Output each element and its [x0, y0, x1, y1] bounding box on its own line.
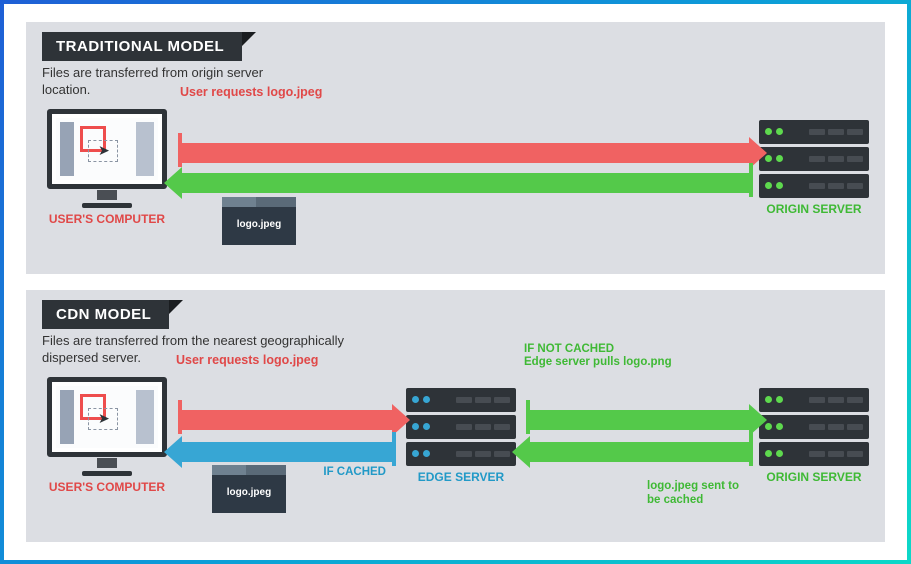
- file-icon: logo.jpeg: [212, 465, 286, 513]
- traditional-panel: TRADITIONAL MODEL Files are transferred …: [26, 22, 885, 274]
- server-unit-icon: [759, 415, 869, 439]
- request-arrow-icon: [178, 143, 753, 163]
- request-arrow-icon: [178, 410, 396, 430]
- arrow-tail: [749, 432, 753, 466]
- panel-title: CDN MODEL: [42, 300, 169, 329]
- not-cached-heading: IF NOT CACHED: [524, 343, 672, 356]
- edge-origin-pull-arrow: [526, 407, 753, 433]
- panel-header: TRADITIONAL MODEL: [42, 32, 242, 61]
- panel-header: CDN MODEL: [42, 300, 169, 329]
- file-icon: logo.jpeg: [222, 197, 296, 245]
- user-computer-label: USER'S COMPUTER: [42, 480, 172, 494]
- file-name-label: logo.jpeg: [212, 475, 286, 498]
- user-computer-label: USER'S COMPUTER: [42, 212, 172, 226]
- user-computer: ➤ USER'S COMPUTER: [42, 109, 172, 226]
- user-edge-request-arrow: [178, 407, 396, 433]
- traditional-row: ➤ USER'S COMPUTER User requests logo.jpe…: [42, 103, 869, 233]
- diagram-container: TRADITIONAL MODEL Files are transferred …: [4, 4, 907, 560]
- cdn-panel: CDN MODEL Files are transferred from the…: [26, 290, 885, 542]
- server-unit-icon: [759, 147, 869, 171]
- origin-server: ORIGIN SERVER: [759, 120, 869, 216]
- edge-origin-arrows: IF NOT CACHED Edge server pulls logo.png…: [520, 371, 759, 501]
- cursor-icon: ➤: [98, 410, 110, 427]
- monitor-stand: [82, 203, 132, 208]
- user-edge-arrows: User requests logo.jpeg IF CACHED logo.j…: [172, 371, 402, 501]
- edge-origin-send-arrow: [526, 439, 753, 465]
- file-name-label: logo.jpeg: [222, 207, 296, 230]
- response-arrow-row: [178, 170, 753, 196]
- cursor-icon: ➤: [98, 142, 110, 159]
- server-unit-icon: [759, 442, 869, 466]
- edge-server: EDGE SERVER: [406, 388, 516, 484]
- server-unit-icon: [759, 174, 869, 198]
- origin-server-label: ORIGIN SERVER: [759, 202, 869, 216]
- server-unit-icon: [406, 442, 516, 466]
- sidebar2-graphic: [136, 390, 154, 444]
- origin-server-label: ORIGIN SERVER: [759, 470, 869, 484]
- arrow-tail: [392, 432, 396, 466]
- monitor-stand: [82, 471, 132, 476]
- if-cached-label: IF CACHED: [323, 466, 386, 479]
- pull-arrow-icon: [526, 410, 753, 430]
- screen-content: ➤: [56, 118, 158, 180]
- screen-main: ➤: [76, 390, 134, 444]
- fold-decoration: [169, 300, 183, 314]
- fold-decoration: [242, 32, 256, 46]
- monitor-icon: ➤: [47, 109, 167, 189]
- server-unit-icon: [406, 388, 516, 412]
- if-not-cached-block: IF NOT CACHED Edge server pulls logo.png: [524, 343, 672, 369]
- sidebar-graphic: [60, 390, 74, 444]
- monitor-icon: ➤: [47, 377, 167, 457]
- request-arrow-row: [178, 140, 753, 166]
- server-unit-icon: [759, 388, 869, 412]
- user-computer: ➤ USER'S COMPUTER: [42, 377, 172, 494]
- traditional-arrows: User requests logo.jpeg logo.jpeg: [172, 103, 759, 233]
- send-arrow-icon: [526, 442, 753, 462]
- sent-back-label: logo.jpeg sent to be cached: [647, 480, 747, 506]
- sidebar2-graphic: [136, 122, 154, 176]
- arrow-tail: [749, 163, 753, 197]
- sidebar-graphic: [60, 122, 74, 176]
- request-label: User requests logo.jpeg: [176, 353, 318, 367]
- cdn-row: ➤ USER'S COMPUTER User requests logo.jpe…: [42, 371, 869, 501]
- screen-content: ➤: [56, 386, 158, 448]
- server-unit-icon: [759, 120, 869, 144]
- panel-title: TRADITIONAL MODEL: [42, 32, 242, 61]
- screen-main: ➤: [76, 122, 134, 176]
- response-arrow-icon: [178, 173, 753, 193]
- edge-server-label: EDGE SERVER: [406, 470, 516, 484]
- server-unit-icon: [406, 415, 516, 439]
- not-cached-sub: Edge server pulls logo.png: [524, 356, 672, 369]
- request-label: User requests logo.jpeg: [180, 85, 322, 99]
- user-edge-response-arrow: [178, 439, 396, 465]
- origin-server: ORIGIN SERVER: [759, 388, 869, 484]
- cached-arrow-icon: [178, 442, 396, 462]
